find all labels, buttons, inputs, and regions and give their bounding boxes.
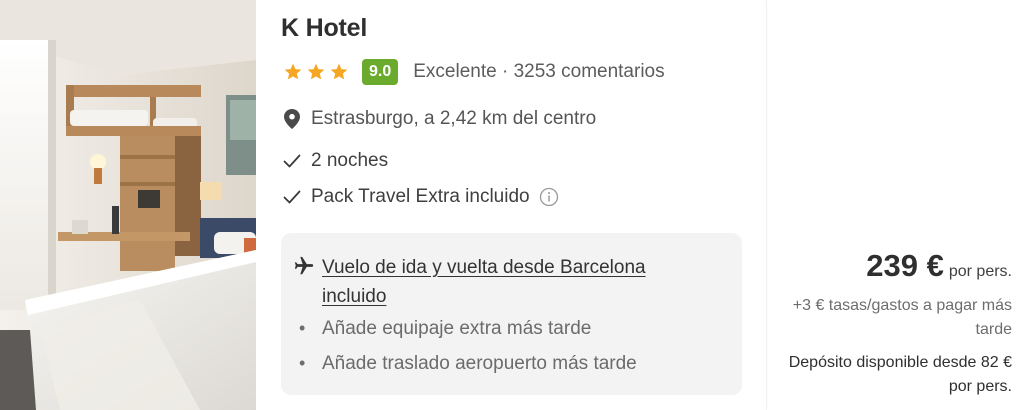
star-icon — [307, 63, 325, 80]
star-icon — [284, 63, 302, 80]
price-line: 239 € por pers. — [782, 248, 1012, 284]
rating-summary[interactable]: Excelente · 3253 comentarios — [413, 61, 664, 83]
location-text[interactable]: Estrasburgo, a 2,42 km del centro — [311, 108, 596, 130]
deposit-text: Depósito disponible desde 82 € por pers. — [788, 354, 1012, 395]
divider — [766, 0, 767, 410]
flight-box: Vuelo de ida y vuelta desde Barcelona in… — [281, 233, 742, 395]
hotel-name[interactable]: K Hotel — [281, 14, 367, 43]
hotel-photo[interactable] — [0, 0, 256, 410]
star-rating — [283, 62, 349, 82]
hotel-room-image — [0, 0, 256, 410]
score-badge: 9.0 — [362, 59, 399, 85]
check-icon — [281, 150, 303, 172]
star-icon — [330, 63, 348, 80]
check-icon — [281, 186, 303, 208]
pack-row: Pack Travel Extra incluido — [281, 186, 559, 208]
price-per-person: por pers. — [948, 263, 1012, 280]
price-panel: 239 € por pers. +3 € tasas/gastos a paga… — [782, 248, 1012, 399]
nights-row: 2 noches — [281, 150, 388, 172]
nights-text: 2 noches — [311, 150, 389, 171]
location-pin-icon — [281, 108, 303, 130]
bullet: • — [299, 353, 306, 373]
hotel-info: K Hotel 9.0 Excelente · 3253 comentarios… — [281, 0, 751, 410]
airport-transfer-text: Añade traslado aeropuerto más tarde — [322, 353, 637, 374]
extra-luggage-text: Añade equipaje extra más tarde — [322, 318, 592, 339]
price-amount[interactable]: 239 € — [866, 248, 944, 284]
taxes-text: +3 € tasas/gastos a pagar más tarde — [792, 297, 1012, 338]
plane-icon — [294, 256, 314, 275]
rating-row: 9.0 Excelente · 3253 comentarios — [281, 58, 665, 86]
location-row: Estrasburgo, a 2,42 km del centro — [281, 108, 596, 130]
pack-text: Pack Travel Extra incluido — [311, 186, 530, 207]
info-icon[interactable] — [539, 187, 559, 207]
bullet: • — [299, 318, 306, 338]
flight-link[interactable]: Vuelo de ida y vuelta desde Barcelona in… — [322, 253, 702, 311]
